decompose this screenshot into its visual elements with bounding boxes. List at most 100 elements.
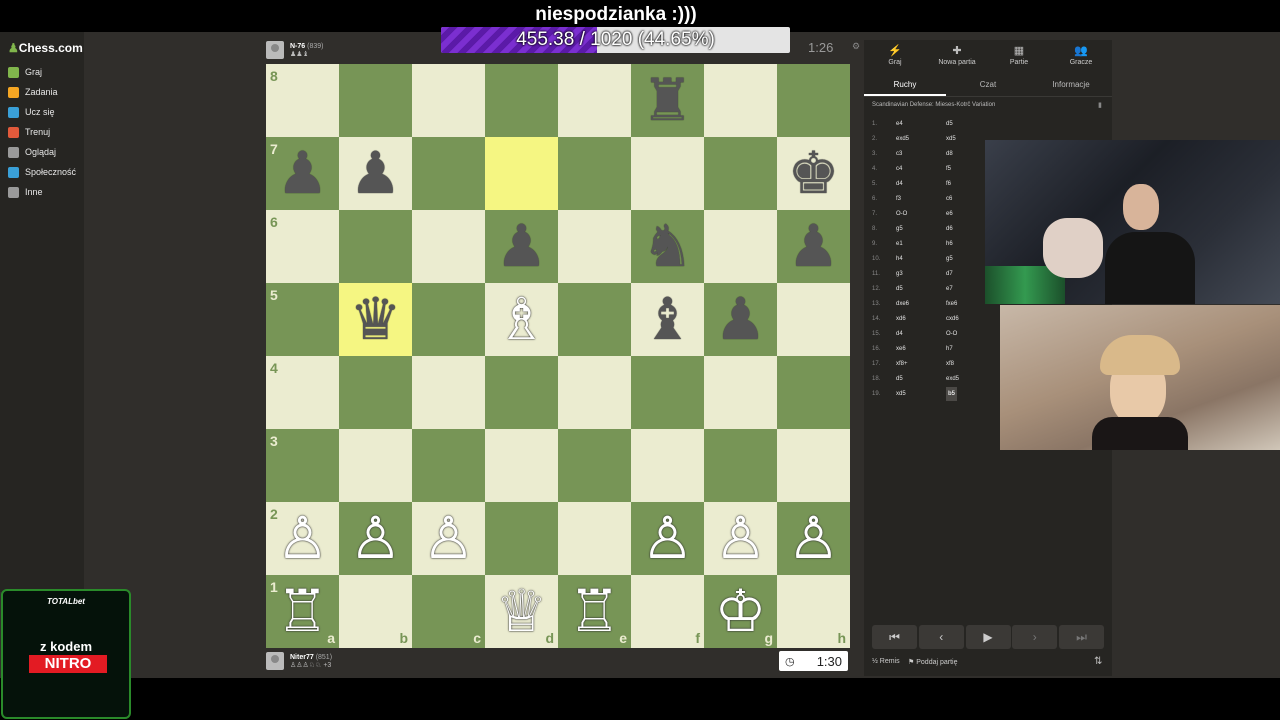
- piece-a7[interactable]: ♟: [266, 137, 339, 210]
- bottom-player-avatar[interactable]: [266, 652, 284, 670]
- black-move[interactable]: cxd6: [946, 312, 959, 326]
- square-a1[interactable]: 1 a ♖: [266, 575, 339, 648]
- square-g8[interactable]: [704, 64, 777, 137]
- piece-g5[interactable]: ♟: [704, 283, 777, 356]
- white-move[interactable]: f3: [896, 192, 901, 206]
- resign-button[interactable]: ⚑ Poddaj partię: [908, 658, 958, 666]
- piece-h2[interactable]: ♙: [777, 502, 850, 575]
- sidebar-item-1[interactable]: Zadania: [8, 83, 58, 101]
- flip-board-icon[interactable]: ⇅: [1094, 656, 1102, 667]
- square-e2[interactable]: [558, 502, 631, 575]
- square-a4[interactable]: 4: [266, 356, 339, 429]
- piece-f6[interactable]: ♞: [631, 210, 704, 283]
- top-player-avatar[interactable]: [266, 41, 284, 59]
- square-f1[interactable]: f: [631, 575, 704, 648]
- draw-offer-button[interactable]: ½ Remis: [872, 658, 900, 665]
- piece-e1[interactable]: ♖: [558, 575, 631, 648]
- square-h8[interactable]: [777, 64, 850, 137]
- square-d6[interactable]: ♟: [485, 210, 558, 283]
- square-a3[interactable]: 3: [266, 429, 339, 502]
- square-f3[interactable]: [631, 429, 704, 502]
- square-a8[interactable]: 8: [266, 64, 339, 137]
- black-move[interactable]: c6: [946, 192, 952, 206]
- white-move[interactable]: O-O: [896, 207, 907, 221]
- white-move[interactable]: d4: [896, 327, 903, 341]
- square-e5[interactable]: [558, 283, 631, 356]
- piece-d6[interactable]: ♟: [485, 210, 558, 283]
- square-a2[interactable]: 2 ♙: [266, 502, 339, 575]
- square-a7[interactable]: 7 ♟: [266, 137, 339, 210]
- piece-a1[interactable]: ♖: [266, 575, 339, 648]
- white-move[interactable]: e4: [896, 117, 903, 131]
- subtab-chat[interactable]: Czat: [947, 80, 1029, 89]
- square-g3[interactable]: [704, 429, 777, 502]
- square-b2[interactable]: ♙: [339, 502, 412, 575]
- square-b7[interactable]: ♟: [339, 137, 412, 210]
- piece-a2[interactable]: ♙: [266, 502, 339, 575]
- square-e7[interactable]: [558, 137, 631, 210]
- square-d7[interactable]: [485, 137, 558, 210]
- square-e3[interactable]: [558, 429, 631, 502]
- square-b5[interactable]: ♛: [339, 283, 412, 356]
- black-move[interactable]: d7: [946, 267, 953, 281]
- piece-g2[interactable]: ♙: [704, 502, 777, 575]
- white-move[interactable]: g5: [896, 222, 903, 236]
- square-g4[interactable]: [704, 356, 777, 429]
- square-c7[interactable]: [412, 137, 485, 210]
- white-move[interactable]: xd5: [896, 387, 906, 401]
- square-h3[interactable]: [777, 429, 850, 502]
- play-button[interactable]: ▶: [965, 625, 1011, 649]
- square-d1[interactable]: d ♕: [485, 575, 558, 648]
- white-move[interactable]: d5: [896, 282, 903, 296]
- sidebar-item-2[interactable]: Ucz się: [8, 103, 55, 121]
- square-f2[interactable]: ♙: [631, 502, 704, 575]
- piece-h7[interactable]: ♚: [777, 137, 850, 210]
- square-b4[interactable]: [339, 356, 412, 429]
- white-move[interactable]: g3: [896, 267, 903, 281]
- black-move[interactable]: xf8: [946, 357, 954, 371]
- square-c5[interactable]: [412, 283, 485, 356]
- square-f5[interactable]: ♝: [631, 283, 704, 356]
- piece-b7[interactable]: ♟: [339, 137, 412, 210]
- black-move[interactable]: d8: [946, 147, 953, 161]
- first-move-button[interactable]: ⏮: [872, 625, 917, 649]
- top-player-name[interactable]: N-76: [290, 43, 305, 50]
- square-f6[interactable]: ♞: [631, 210, 704, 283]
- chesscom-logo[interactable]: ♟Chess.com: [8, 41, 83, 55]
- square-h6[interactable]: ♟: [777, 210, 850, 283]
- black-move[interactable]: b5: [946, 387, 958, 401]
- square-b6[interactable]: [339, 210, 412, 283]
- sidebar-item-6[interactable]: Inne: [8, 183, 43, 201]
- square-d8[interactable]: [485, 64, 558, 137]
- black-move[interactable]: g5: [946, 252, 953, 266]
- black-move[interactable]: O-O: [946, 327, 957, 341]
- sidebar-item-4[interactable]: Oglądaj: [8, 143, 56, 161]
- bottom-player-name[interactable]: Niter77: [290, 654, 314, 661]
- square-e6[interactable]: [558, 210, 631, 283]
- black-move[interactable]: f6: [946, 177, 951, 191]
- white-move[interactable]: d4: [896, 177, 903, 191]
- square-h5[interactable]: [777, 283, 850, 356]
- square-h7[interactable]: ♚: [777, 137, 850, 210]
- settings-gear-icon[interactable]: ⚙: [852, 41, 860, 52]
- white-move[interactable]: xe6: [896, 342, 906, 356]
- black-move[interactable]: fxe6: [946, 297, 957, 311]
- black-move[interactable]: xd5: [946, 132, 956, 146]
- square-d3[interactable]: [485, 429, 558, 502]
- piece-g1[interactable]: ♔: [704, 575, 777, 648]
- sidebar-item-0[interactable]: Graj: [8, 63, 42, 81]
- square-g7[interactable]: [704, 137, 777, 210]
- square-d2[interactable]: [485, 502, 558, 575]
- subtab-info[interactable]: Informacje: [1030, 80, 1112, 89]
- black-move[interactable]: e6: [946, 207, 953, 221]
- square-d4[interactable]: [485, 356, 558, 429]
- chess-board[interactable]: 8 ♜ 7 ♟ ♟ ♚ 6 ♟ ♞ ♟ 5 ♛ ♗ ♝ ♟ 4 3 2 ♙ ♙ ♙ ♙ ♙ ♙ 1 a ♖ b c d ♕ e ♖ f g ♔ h: [266, 64, 850, 648]
- square-c6[interactable]: [412, 210, 485, 283]
- square-g1[interactable]: g ♔: [704, 575, 777, 648]
- piece-c2[interactable]: ♙: [412, 502, 485, 575]
- black-move[interactable]: d6: [946, 222, 953, 236]
- tab-players[interactable]: 👥 Gracze: [1050, 44, 1112, 66]
- square-f4[interactable]: [631, 356, 704, 429]
- square-a6[interactable]: 6: [266, 210, 339, 283]
- square-c1[interactable]: c: [412, 575, 485, 648]
